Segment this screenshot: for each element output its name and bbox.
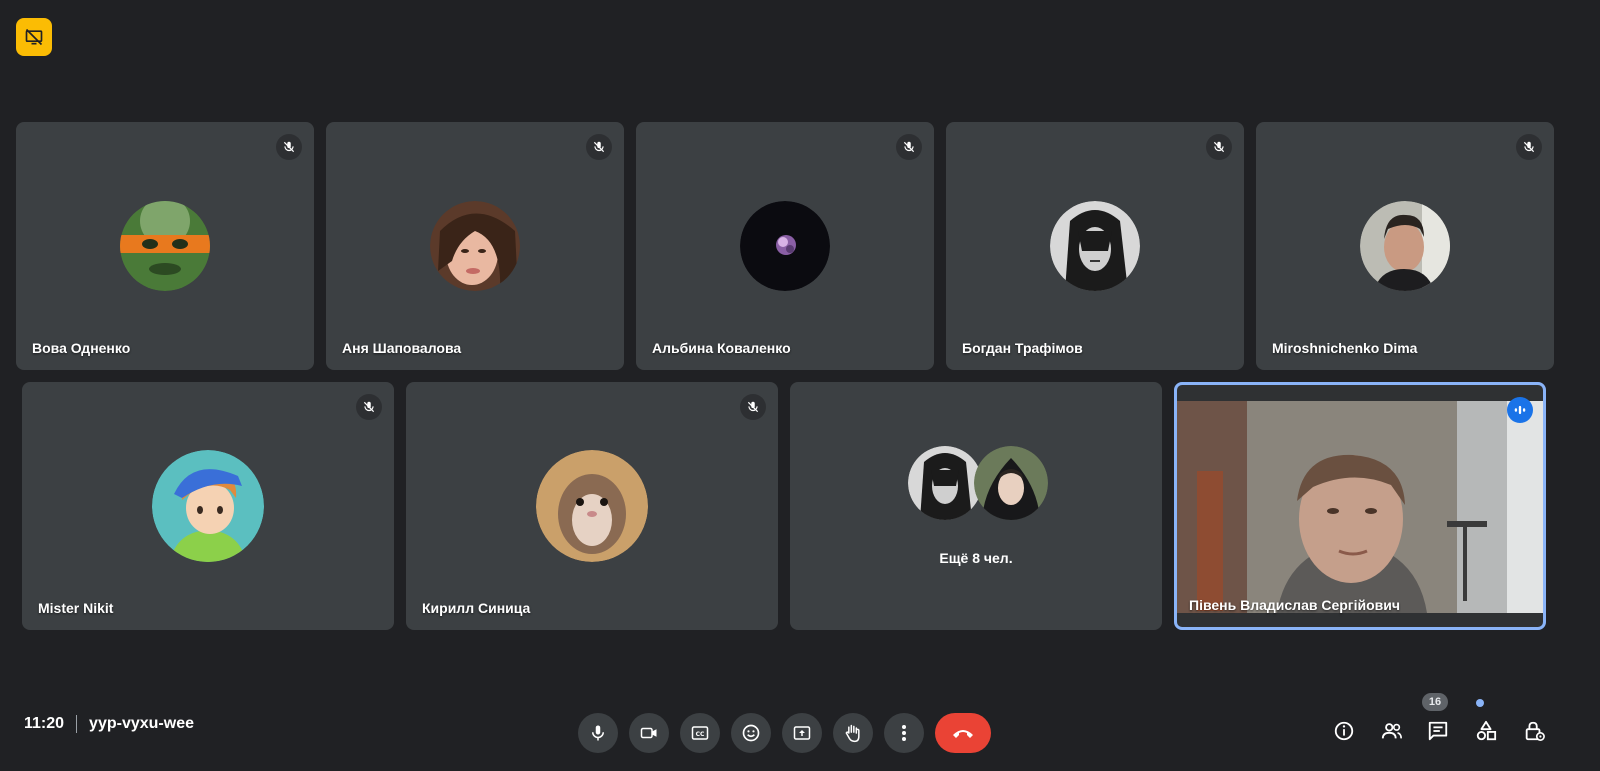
- more-options-button[interactable]: [884, 713, 924, 753]
- more-participants-tile[interactable]: Ещё 8 чел.: [790, 382, 1162, 630]
- host-controls-icon: [1525, 721, 1545, 741]
- raise-hand-button[interactable]: [833, 713, 873, 753]
- chat-button[interactable]: [1422, 715, 1454, 747]
- participant-tile[interactable]: Богдан Трафімов: [946, 122, 1244, 370]
- meeting-code[interactable]: yyp-vyxu-wee: [89, 715, 194, 733]
- meeting-info: 11:20 yyp-vyxu-wee: [24, 715, 194, 733]
- avatar: [1050, 201, 1140, 291]
- meeting-details-button[interactable]: [1328, 715, 1360, 747]
- present-screen-icon: [793, 726, 811, 740]
- participant-tile[interactable]: Аня Шаповалова: [326, 122, 624, 370]
- video-feed: [1177, 401, 1543, 613]
- participant-tile[interactable]: Mister Nikit: [22, 382, 394, 630]
- participant-name: Альбина Коваленко: [652, 340, 791, 356]
- chat-icon: [1428, 721, 1448, 741]
- microphone-button[interactable]: [578, 713, 618, 753]
- avatar: [974, 446, 1048, 520]
- avatar: [1360, 201, 1450, 291]
- mic-off-icon: [896, 134, 922, 160]
- participant-grid: Вова Одненко Аня Шаповалова Альбина Кова…: [0, 0, 1600, 771]
- hang-up-icon: [953, 730, 973, 738]
- info-icon: [1334, 721, 1354, 741]
- host-controls-button[interactable]: [1518, 715, 1550, 747]
- meeting-time: 11:20: [24, 715, 65, 732]
- captions-button[interactable]: CC: [680, 713, 720, 753]
- more-options-icon: [902, 725, 906, 741]
- mic-off-icon: [276, 134, 302, 160]
- emoji-button[interactable]: [731, 713, 771, 753]
- emoji-icon: [742, 724, 760, 742]
- avatar: [908, 446, 982, 520]
- participant-name: Півень Владислав Сергійович: [1189, 597, 1401, 613]
- svg-text:CC: CC: [696, 731, 705, 738]
- more-participants-label: Ещё 8 чел.: [939, 550, 1013, 566]
- mic-off-icon: [1206, 134, 1232, 160]
- avatar: [152, 450, 264, 562]
- bottom-control-bar: 11:20 yyp-vyxu-wee CC 16: [0, 691, 1600, 771]
- mic-off-icon: [1516, 134, 1542, 160]
- chat-notification-dot: [1476, 699, 1484, 707]
- participant-name: Богдан Трафімов: [962, 340, 1083, 356]
- participant-tile-active[interactable]: Півень Владислав Сергійович: [1174, 382, 1546, 630]
- microphone-icon: [592, 725, 604, 741]
- people-count-badge: 16: [1422, 693, 1448, 711]
- participant-name: Кирилл Синица: [422, 600, 531, 616]
- avatar: [740, 201, 830, 291]
- people-icon: [1381, 723, 1402, 739]
- participant-tile[interactable]: Альбина Коваленко: [636, 122, 934, 370]
- activities-icon: [1476, 720, 1497, 741]
- mic-off-icon: [356, 394, 382, 420]
- hang-up-button[interactable]: [935, 713, 991, 753]
- present-screen-button[interactable]: [782, 713, 822, 753]
- participant-name: Вова Одненко: [32, 340, 131, 356]
- participant-tile[interactable]: Кирилл Синица: [406, 382, 778, 630]
- speaking-indicator-icon: [1507, 397, 1533, 423]
- divider: [76, 715, 78, 733]
- avatar: [430, 201, 520, 291]
- participant-name: Mister Nikit: [38, 600, 114, 616]
- participant-tile[interactable]: Miroshnichenko Dima: [1256, 122, 1554, 370]
- avatar: [536, 450, 648, 562]
- mic-off-icon: [740, 394, 766, 420]
- camera-button[interactable]: [629, 713, 669, 753]
- captions-icon: CC: [691, 726, 709, 740]
- avatar: [120, 201, 210, 291]
- mic-off-icon: [586, 134, 612, 160]
- camera-icon: [640, 727, 657, 739]
- raise-hand-icon: [845, 724, 860, 743]
- participant-tile[interactable]: Вова Одненко: [16, 122, 314, 370]
- participant-name: Аня Шаповалова: [342, 340, 462, 356]
- participant-name: Miroshnichenko Dima: [1272, 340, 1418, 356]
- activities-button[interactable]: [1470, 715, 1502, 747]
- people-button[interactable]: [1376, 715, 1408, 747]
